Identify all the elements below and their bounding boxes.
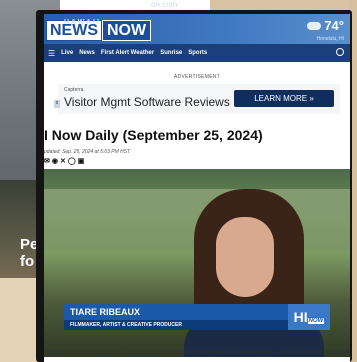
article-headline: I Now Daily (September 25, 2024): [44, 127, 263, 143]
ad-banner[interactable]: x Capterra Visitor Mgmt Software Reviews…: [54, 84, 340, 114]
learn-more-button[interactable]: LEARN MORE »: [234, 90, 334, 107]
facebook-icon[interactable]: ◉: [52, 157, 58, 165]
nav-item-news[interactable]: News: [79, 50, 95, 56]
cloud-icon: [307, 21, 322, 30]
ad-title[interactable]: Visitor Mgmt Software Reviews: [64, 95, 230, 109]
article-updated-time: pdated: Sep. 25, 2024 at 5:03 PM HST: [44, 149, 131, 155]
email-icon[interactable]: ✉: [44, 157, 50, 165]
video-lower-third: TIARE RIBEAUX FILMMAKER, ARTIST & CREATI…: [64, 304, 330, 336]
video-subject-face: [216, 217, 274, 297]
site-logo[interactable]: HAWAII NEWS NOW: [46, 19, 152, 41]
ad-close-icon[interactable]: x: [54, 100, 60, 108]
weather-widget[interactable]: 74° Honolulu, HI: [307, 17, 344, 42]
lower-third-title: FILMMAKER, ARTIST & CREATIVE PRODUCER: [64, 320, 292, 330]
nav-item-first-alert-weather[interactable]: First Alert Weather: [101, 50, 154, 56]
pinterest-icon[interactable]: ◯: [68, 157, 76, 165]
article-caption: On today's episode of HI Now Daily, we'r…: [44, 350, 350, 356]
hi-now-bug-logo: HINOW: [288, 304, 330, 330]
nav-item-sunrise[interactable]: Sunrise: [160, 50, 182, 56]
ad-brand: Capterra: [64, 87, 84, 93]
logo-now-text: NOW: [102, 19, 152, 41]
bug-text: HI: [293, 309, 308, 325]
nav-item-sports[interactable]: Sports: [188, 50, 207, 56]
main-nav: ☰ Live News First Alert Weather Sunrise …: [44, 44, 350, 62]
x-icon[interactable]: ✕: [60, 157, 66, 165]
temperature: 74°: [324, 18, 344, 33]
bug-small-text: NOW: [307, 318, 325, 324]
video-player[interactable]: TIARE RIBEAUX FILMMAKER, ARTIST & CREATI…: [44, 169, 350, 357]
background-top-text: on.com: [151, 0, 178, 9]
article-screen: HAWAII NEWS NOW 74° Honolulu, HI ☰ Live …: [44, 14, 350, 362]
hamburger-menu-icon[interactable]: ☰: [48, 49, 55, 58]
logo-top-text: HAWAII: [64, 19, 101, 26]
search-icon[interactable]: [336, 48, 344, 56]
advertisement-label: ADVERTISEMENT: [173, 74, 221, 80]
site-header: HAWAII NEWS NOW 74° Honolulu, HI: [44, 14, 350, 44]
weather-location: Honolulu, HI: [316, 36, 344, 42]
linkedin-icon[interactable]: ▣: [78, 157, 85, 165]
share-bar: ✉ ◉ ✕ ◯ ▣: [44, 157, 84, 165]
nav-item-live[interactable]: Live: [61, 50, 73, 56]
lower-third-name: TIARE RIBEAUX: [64, 304, 292, 320]
background-top-panel: [60, 0, 210, 10]
